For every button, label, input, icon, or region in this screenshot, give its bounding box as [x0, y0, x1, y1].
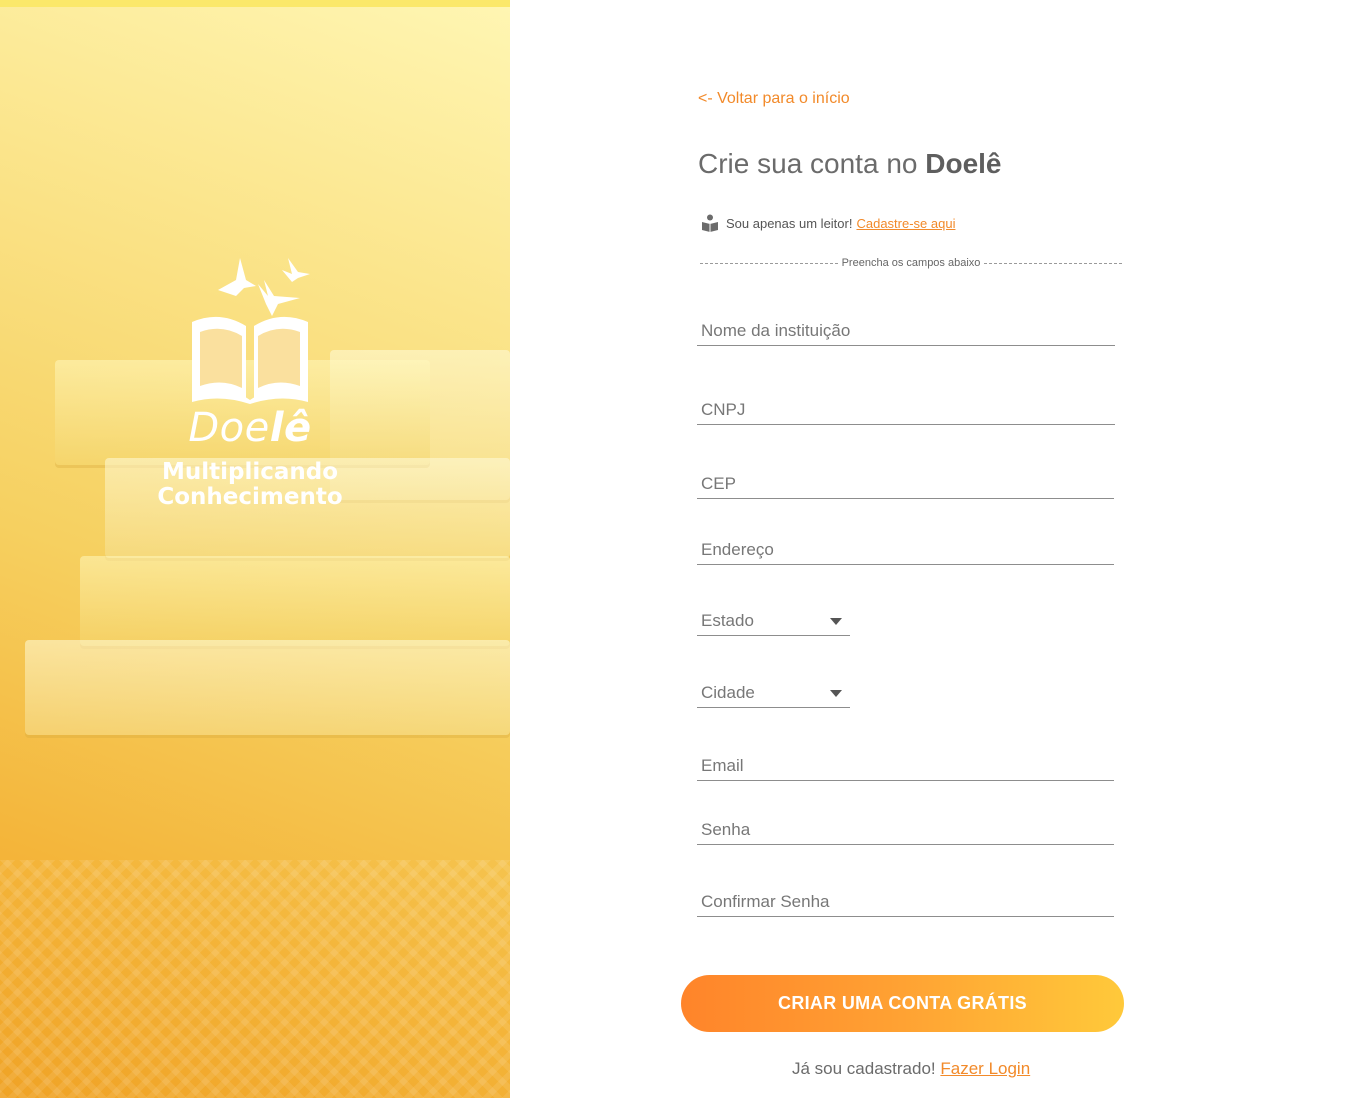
confirm-password-field[interactable]: Confirmar Senha	[697, 887, 1114, 917]
back-to-home-link[interactable]: <- Voltar para o início	[698, 90, 850, 108]
login-prompt: Já sou cadastrado! Fazer Login	[0, 1059, 1366, 1079]
address-field[interactable]: Endereço	[697, 535, 1114, 565]
reader-person-icon	[702, 214, 718, 232]
create-account-button[interactable]: CRIAR UMA CONTA GRÁTIS	[681, 975, 1124, 1032]
password-field[interactable]: Senha	[697, 815, 1114, 845]
chevron-down-icon	[830, 618, 842, 625]
reader-signup-link[interactable]: Cadastre-se aqui	[856, 216, 955, 231]
background-book	[25, 640, 510, 735]
cnpj-field[interactable]: CNPJ	[697, 395, 1115, 425]
institution-name-label: Nome da instituição	[701, 320, 851, 340]
brand-tagline: Multiplicando Conhecimento	[157, 459, 343, 510]
reader-text: Sou apenas um leitor!	[726, 215, 853, 231]
cep-label: CEP	[701, 473, 736, 493]
divider-rule-left	[700, 262, 838, 264]
brand-block: Doelê Multiplicando Conhecimento	[150, 252, 350, 510]
address-label: Endereço	[701, 539, 774, 559]
city-select[interactable]: Cidade	[697, 678, 850, 708]
confirm-password-label: Confirmar Senha	[701, 891, 830, 911]
book-with-birds-icon	[192, 258, 310, 404]
cep-field[interactable]: CEP	[697, 469, 1114, 499]
city-label: Cidade	[701, 682, 755, 702]
divider-rule-right	[984, 262, 1122, 264]
divider-text: Preencha os campos abaixo	[841, 257, 981, 269]
form-divider: Preencha os campos abaixo	[700, 257, 1122, 269]
reader-signup-line: Sou apenas um leitor! Cadastre-se aqui	[700, 214, 955, 232]
page-title: Crie sua conta no Doelê	[698, 148, 1002, 179]
state-label: Estado	[701, 610, 754, 630]
email-label: Email	[701, 755, 744, 775]
cnpj-label: CNPJ	[701, 399, 746, 419]
hero-top-strip	[0, 0, 510, 7]
state-select[interactable]: Estado	[697, 606, 850, 636]
login-link[interactable]: Fazer Login	[940, 1059, 1030, 1078]
chevron-down-icon	[830, 690, 842, 697]
background-book	[80, 556, 510, 646]
password-label: Senha	[701, 819, 751, 839]
institution-name-field[interactable]: Nome da instituição	[697, 316, 1115, 346]
brand-name: Doelê	[188, 405, 312, 451]
hero-panel: Doelê Multiplicando Conhecimento	[0, 0, 510, 1098]
login-text: Já sou cadastrado!	[792, 1059, 936, 1078]
email-field[interactable]: Email	[697, 751, 1114, 781]
